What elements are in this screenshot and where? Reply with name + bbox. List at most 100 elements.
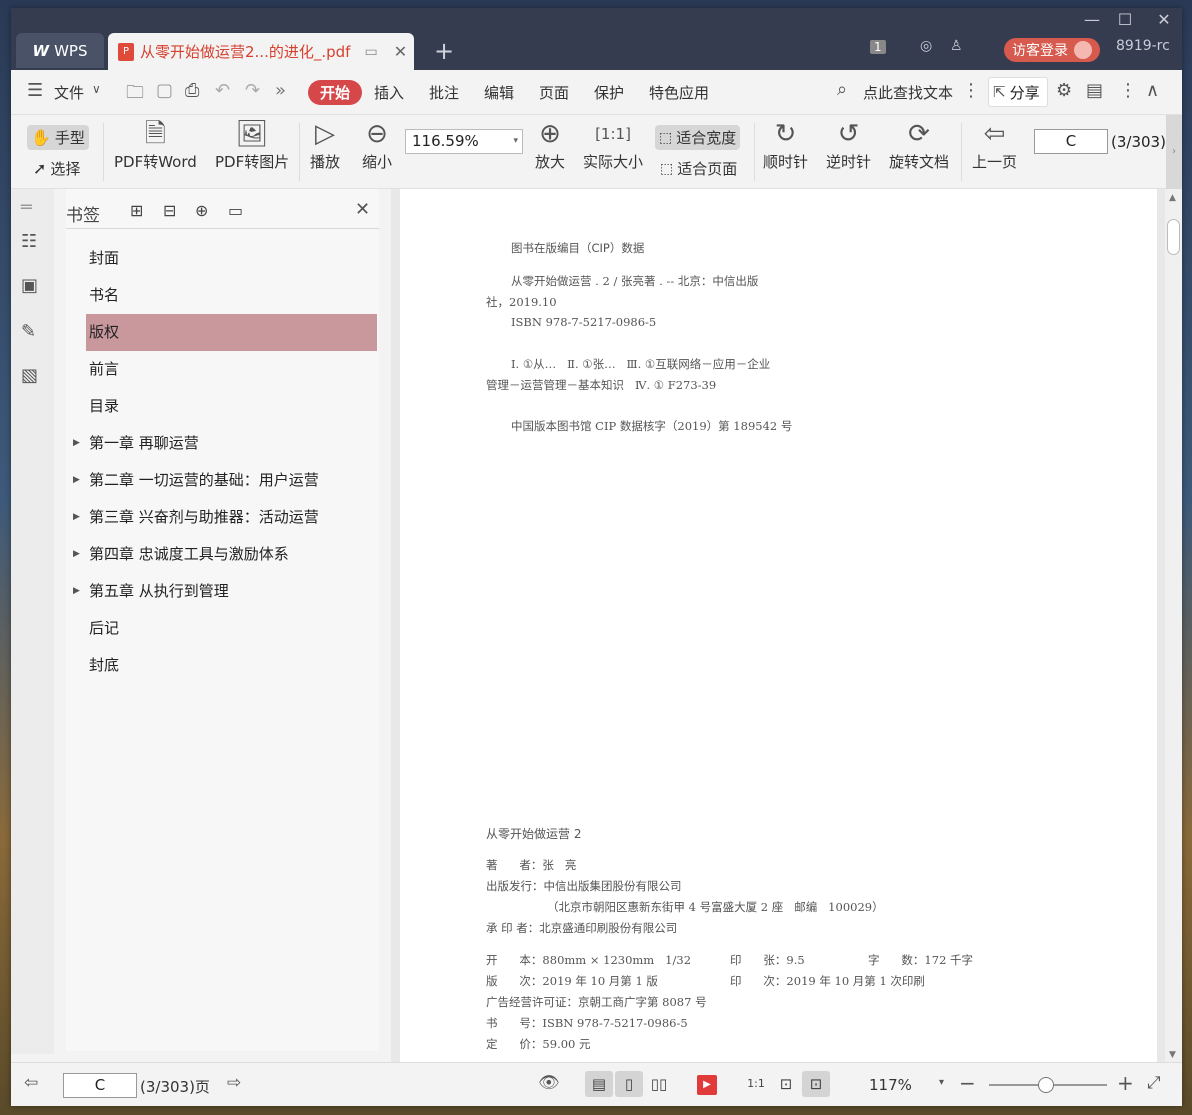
undo-icon[interactable]: ↶ [215, 80, 230, 101]
chevron-down-icon[interactable]: ∨ [92, 82, 101, 96]
menu-edit[interactable]: 编辑 [484, 82, 514, 103]
zoom-minus-icon[interactable]: − [959, 1071, 976, 1095]
minimize-icon[interactable]: — [1074, 10, 1110, 29]
zoom-in-button[interactable]: ⊕ 放大 [535, 117, 565, 172]
bookmark-item[interactable]: 前言 [86, 351, 379, 388]
skin-icon[interactable]: ◎ [920, 38, 932, 54]
status-page-input[interactable]: C [63, 1073, 137, 1098]
prev-page-arrow-icon[interactable]: ⇦ [24, 1073, 38, 1093]
slideshow-play-icon[interactable]: ▶ [697, 1075, 717, 1095]
gear-icon[interactable]: ⚙ [1056, 80, 1072, 101]
single-page-button[interactable]: ▯ [615, 1071, 643, 1097]
print-icon[interactable]: ⎙ [185, 80, 199, 101]
expand-arrow-icon[interactable]: ▶ [73, 499, 80, 536]
menu-start[interactable]: 开始 [308, 80, 362, 105]
window-count-badge[interactable]: 1 [870, 40, 886, 54]
expand-arrow-icon[interactable]: ▶ [73, 536, 80, 573]
document-viewport[interactable]: 图书在版编目（CIP）数据 从零开始做运营 . 2 / 张亮著 . -- 北京：… [391, 189, 1165, 1062]
close-panel-icon[interactable]: ✕ [355, 199, 370, 220]
bookmark-item[interactable]: ▶ 第四章 忠诚度工具与激励体系 [73, 536, 379, 573]
rotate-counterclockwise-button[interactable]: ↺ 逆时针 [826, 117, 871, 172]
scroll-up-icon[interactable]: ▲ [1169, 193, 1176, 203]
bookmark-options-icon[interactable]: ▭ [228, 201, 243, 220]
pdf-to-image-button[interactable]: 🖼 PDF转图片 [215, 117, 289, 172]
bookmark-item[interactable]: 封面 [86, 240, 379, 277]
more-icon[interactable]: » [275, 80, 286, 101]
previous-page-button[interactable]: ⇦ 上一页 [972, 117, 1017, 172]
scroll-thumb[interactable] [1167, 219, 1180, 255]
kebab-menu-icon[interactable]: ⋮ [1119, 80, 1137, 101]
screen-icon[interactable]: ▭ [364, 44, 377, 60]
tab-document[interactable]: P 从零开始做运营2...的进化_.pdf ▭ ✕ [108, 33, 414, 70]
open-folder-icon[interactable]: 🗀 [126, 80, 144, 110]
thumbnail-icon[interactable]: ▣ [21, 275, 38, 296]
hand-tool-button[interactable]: ✋ 手型 [27, 125, 89, 150]
pdf-to-word-button[interactable]: 🗎 PDF转Word [114, 117, 197, 172]
expand-arrow-icon[interactable]: ▶ [73, 462, 80, 499]
menu-protect[interactable]: 保护 [594, 82, 624, 103]
scroll-down-icon[interactable]: ▼ [1169, 1050, 1176, 1060]
menu-special[interactable]: 特色应用 [649, 82, 709, 103]
close-tab-icon[interactable]: ✕ [394, 42, 407, 61]
status-zoom-value[interactable]: 117% [869, 1076, 912, 1094]
comment-icon[interactable]: ▤ [1086, 80, 1103, 101]
fit-width-button[interactable]: ⬚ 适合宽度 [655, 125, 741, 150]
zoom-out-button[interactable]: ⊖ 缩小 [362, 117, 392, 172]
bookmark-item[interactable]: 目录 [86, 388, 379, 425]
collapse-ribbon-icon[interactable]: ∧ [1146, 80, 1159, 101]
bookmark-list-icon[interactable]: ☷ [21, 231, 37, 252]
fullscreen-icon[interactable]: ⤢ [1147, 1073, 1161, 1093]
bookmark-item[interactable]: ▶ 第五章 从执行到管理 [73, 573, 379, 610]
actual-size-status-button[interactable]: 1:1 [742, 1071, 770, 1097]
expand-arrow-icon[interactable]: ▶ [73, 425, 80, 462]
close-window-icon[interactable]: ✕ [1146, 10, 1182, 29]
kebab-icon[interactable]: ⋮ [962, 80, 980, 101]
tab-wps-home[interactable]: W WPS [16, 33, 104, 68]
rotate-document-button[interactable]: ⟳ 旋转文档 [889, 117, 949, 172]
fit-page-button[interactable]: ⬚ 适合页面 [660, 158, 737, 179]
rotate-clockwise-button[interactable]: ↻ 顺时针 [763, 117, 808, 172]
shirt-icon[interactable]: ♙ [950, 38, 963, 54]
bookmark-item[interactable]: 封底 [86, 647, 379, 684]
hamburger-icon[interactable]: ☰ [27, 80, 43, 101]
add-bookmark-icon[interactable]: ⊕ [195, 201, 208, 220]
share-button[interactable]: ⇱ 分享 [988, 77, 1048, 107]
zoom-dropdown-icon[interactable]: ▾ [939, 1077, 944, 1088]
find-text-button[interactable]: 点此查找文本 [863, 82, 953, 103]
collapse-all-icon[interactable]: ⊟ [163, 201, 176, 220]
double-page-button[interactable]: ▯▯ [645, 1071, 673, 1097]
zoom-select[interactable]: 116.59% ▾ [405, 129, 523, 154]
vertical-scrollbar[interactable]: ▲ ▼ [1165, 189, 1182, 1062]
bookmark-item[interactable]: 后记 [86, 610, 379, 647]
zoom-slider-knob[interactable] [1038, 1077, 1054, 1093]
select-tool-button[interactable]: ➚ 选择 [33, 158, 80, 179]
new-tab-icon[interactable]: + [434, 37, 454, 65]
zoom-plus-icon[interactable]: + [1117, 1071, 1134, 1095]
bookmark-item[interactable]: ▶ 第二章 一切运营的基础：用户运营 [73, 462, 379, 499]
visitor-login-button[interactable]: 访客登录 [1004, 38, 1100, 62]
redo-icon[interactable]: ↷ [245, 80, 260, 101]
next-page-arrow-icon[interactable]: ⇨ [227, 1073, 241, 1093]
actual-size-button[interactable]: [1:1] 实际大小 [583, 117, 643, 172]
expand-arrow-icon[interactable]: ▶ [73, 573, 80, 610]
annotation-icon[interactable]: ✎ [21, 321, 36, 342]
user-id[interactable]: 8919-rc [1116, 38, 1170, 54]
bookmark-item[interactable]: ▶ 第一章 再聊运营 [73, 425, 379, 462]
search-icon[interactable]: ⌕ [837, 79, 847, 100]
menu-insert[interactable]: 插入 [374, 82, 404, 103]
maximize-icon[interactable]: ☐ [1107, 10, 1143, 29]
signature-icon[interactable]: ▧ [21, 365, 38, 386]
eye-protection-icon[interactable]: 👁 [538, 1073, 560, 1093]
menu-file[interactable]: 文件 [54, 82, 84, 103]
menu-page[interactable]: 页面 [539, 82, 569, 103]
fit-width-status-button[interactable]: ⊡ [802, 1071, 830, 1097]
bookmark-item[interactable]: 书名 [86, 277, 379, 314]
toolbar-scroll-right[interactable]: › [1166, 115, 1182, 189]
continuous-view-button[interactable]: ▤ [585, 1071, 613, 1097]
bookmark-item[interactable]: ▶ 第三章 兴奋剂与助推器：活动运营 [73, 499, 379, 536]
menu-annotate[interactable]: 批注 [429, 82, 459, 103]
play-button[interactable]: ▷ 播放 [310, 117, 340, 172]
bookmark-item[interactable]: 版权 [86, 314, 377, 351]
save-icon[interactable]: ▢ [156, 80, 173, 101]
fit-page-status-button[interactable]: ⊡ [772, 1071, 800, 1097]
